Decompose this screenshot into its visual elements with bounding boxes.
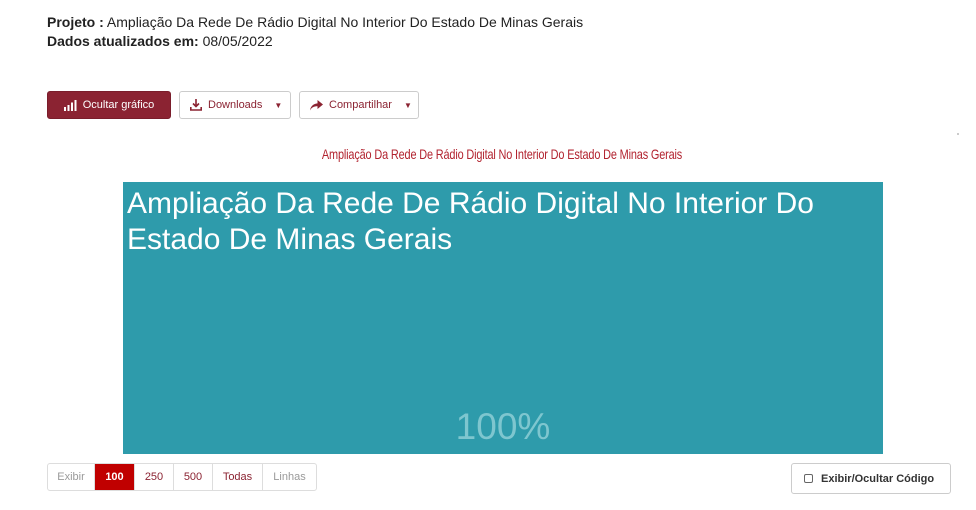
- code-checkbox[interactable]: [804, 474, 813, 483]
- caret-down-icon: ▼: [274, 100, 283, 110]
- project-label: Projeto :: [47, 14, 104, 30]
- decorative-dot: [957, 133, 959, 135]
- share-icon: [310, 99, 323, 111]
- share-button[interactable]: Compartilhar ▼: [299, 91, 419, 119]
- updated-line: Dados atualizados em: 08/05/2022: [47, 32, 583, 51]
- tile-value: 100%: [455, 406, 551, 447]
- hide-chart-label: Ocultar gráfico: [82, 99, 155, 111]
- project-value: Ampliação Da Rede De Rádio Digital No In…: [106, 14, 584, 30]
- bar-chart-icon: [63, 99, 77, 111]
- pager-option-all[interactable]: Todas: [213, 464, 263, 490]
- chart-toolbar: Ocultar gráfico Downloads ▼ Compartilhar…: [47, 91, 419, 119]
- toggle-code-label: Exibir/Ocultar Código: [821, 472, 935, 485]
- caret-down-icon: ▼: [403, 100, 412, 110]
- share-label: Compartilhar: [329, 99, 392, 111]
- pager-option-100[interactable]: 100: [95, 464, 135, 490]
- hide-chart-button[interactable]: Ocultar gráfico: [47, 91, 171, 119]
- tile-label: Ampliação Da Rede De Rádio Digital No In…: [127, 187, 814, 256]
- pager-option-250[interactable]: 250: [135, 464, 174, 490]
- updated-value: 08/05/2022: [202, 33, 273, 49]
- updated-label: Dados atualizados em:: [47, 33, 199, 49]
- pager-rows-label: Linhas: [273, 471, 306, 483]
- pager-show-label: Exibir: [48, 464, 95, 490]
- pager-option-500[interactable]: 500: [174, 464, 213, 490]
- downloads-label: Downloads: [208, 99, 263, 111]
- project-info: Projeto : Ampliação Da Rede De Rádio Dig…: [47, 13, 583, 51]
- downloads-button[interactable]: Downloads ▼: [179, 91, 291, 119]
- download-icon: [190, 99, 202, 111]
- rows-pager: Exibir 100 250 500 Todas Linhas: [47, 463, 317, 491]
- treemap-chart: Ampliação Da Rede De Rádio Digital No In…: [123, 182, 883, 454]
- chart-title: Ampliação Da Rede De Rádio Digital No In…: [321, 146, 683, 162]
- project-line: Projeto : Ampliação Da Rede De Rádio Dig…: [47, 13, 583, 32]
- toggle-code-button[interactable]: Exibir/Ocultar Código: [791, 463, 951, 494]
